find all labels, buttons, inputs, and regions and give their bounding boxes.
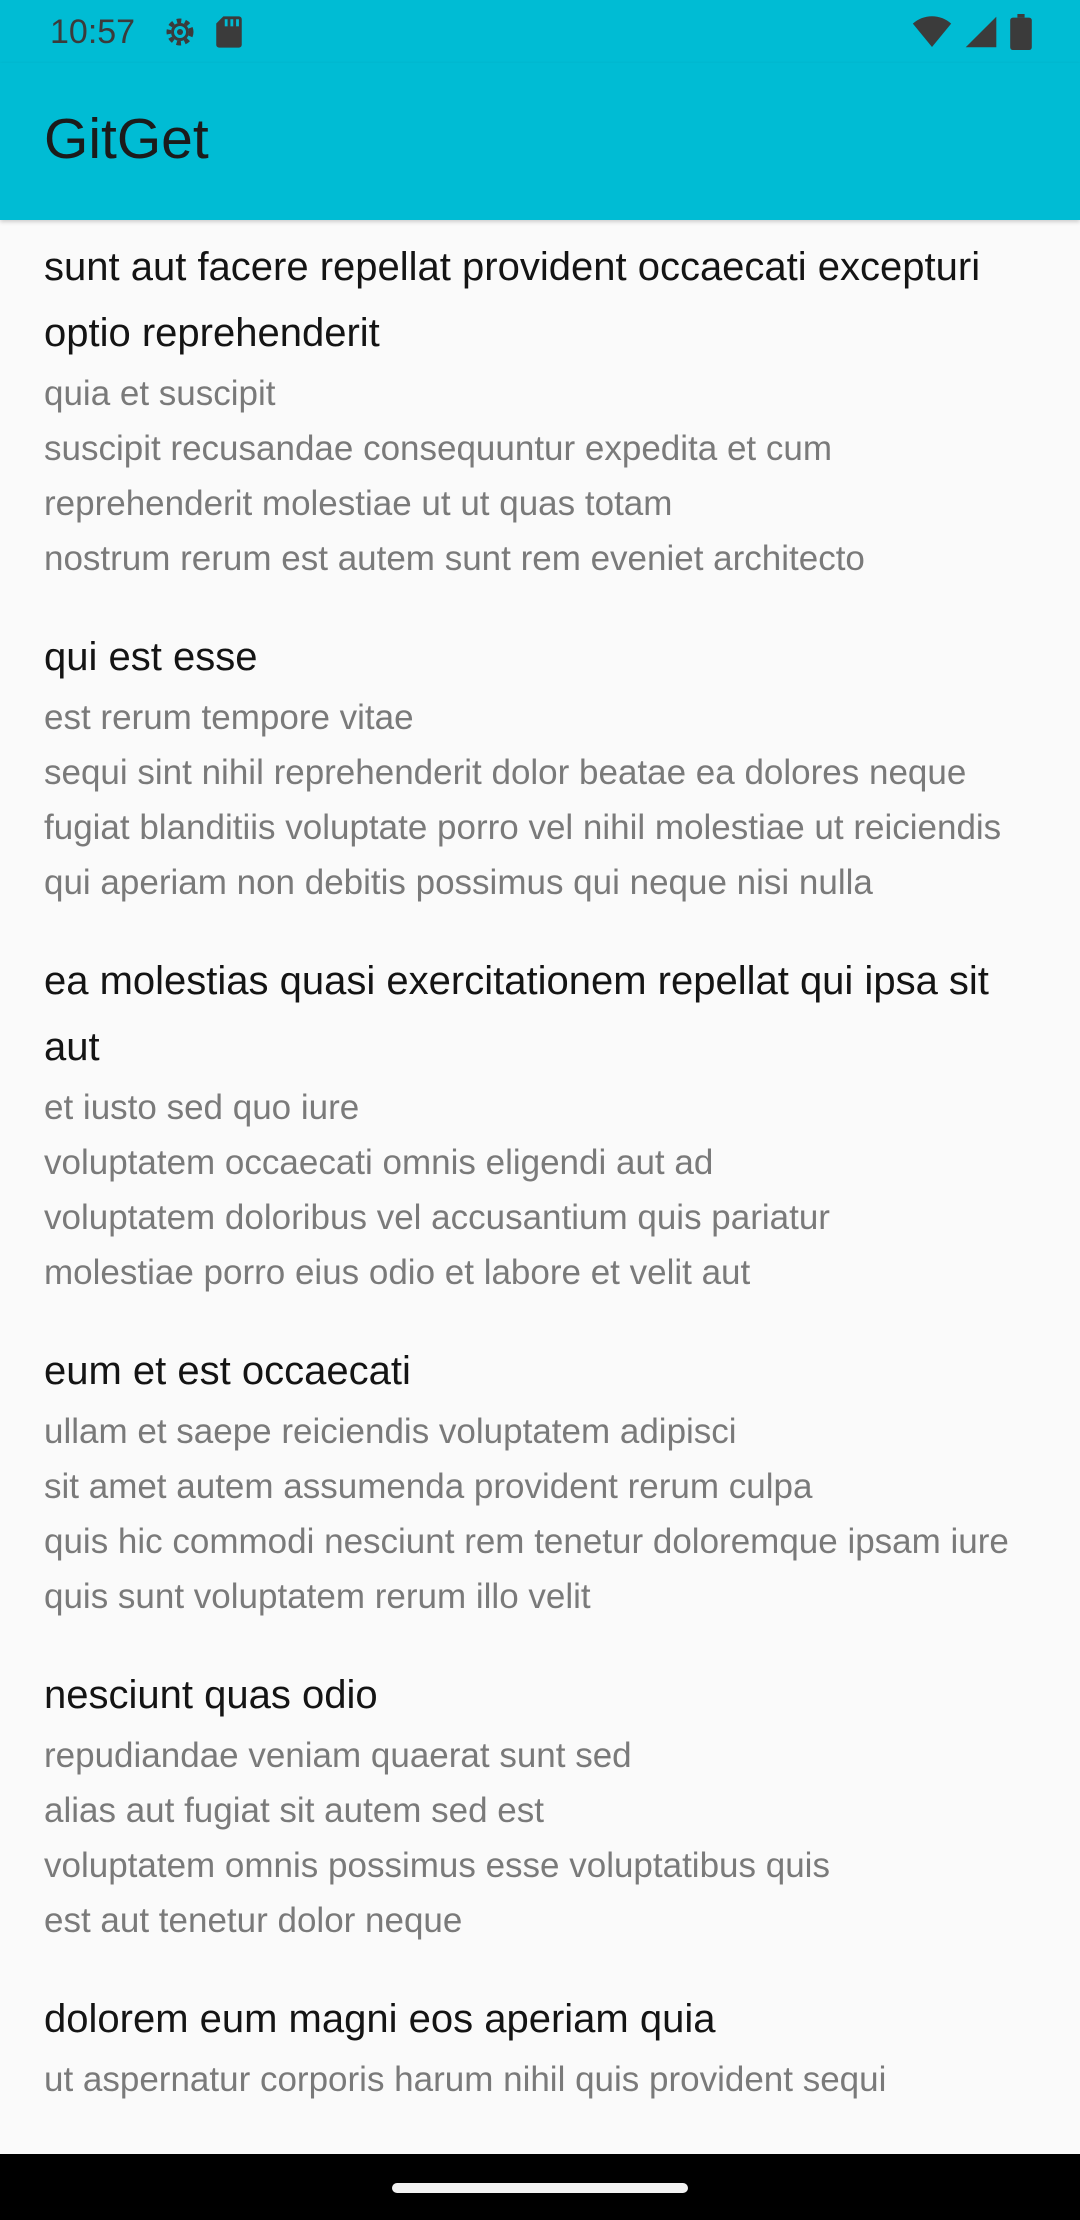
post-title: dolorem eum magni eos aperiam quia	[44, 1997, 716, 2041]
wifi-icon	[912, 15, 952, 54]
post-title: qui est esse	[44, 635, 258, 679]
app-bar: GitGet	[0, 63, 1080, 220]
post-body: ut aspernatur corporis harum nihil quis …	[44, 2060, 887, 2099]
app-title: GitGet	[44, 107, 209, 171]
signal-icon	[964, 15, 998, 54]
list-item[interactable]: nesciunt quas odio repudiandae veniam qu…	[0, 1648, 1080, 1972]
post-body: ullam et saepe reiciendis voluptatem adi…	[44, 1412, 1009, 1616]
post-body: est rerum tempore vitae sequi sint nihil…	[44, 698, 1002, 902]
list-item[interactable]: ea molestias quasi exercitationem repell…	[0, 934, 1080, 1324]
post-list[interactable]: sunt aut facere repellat provident occae…	[0, 220, 1080, 2154]
battery-icon	[1010, 14, 1032, 55]
post-body: repudiandae veniam quaerat sunt sed alia…	[44, 1736, 830, 1940]
status-bar: 10:57	[0, 0, 1080, 63]
list-item[interactable]: dolorem eum magni eos aperiam quia ut as…	[0, 1972, 1080, 2131]
sd-card-icon	[214, 15, 244, 54]
post-title: nesciunt quas odio	[44, 1673, 378, 1717]
list-item[interactable]: qui est esse est rerum tempore vitae seq…	[0, 610, 1080, 934]
post-body: quia et suscipit suscipit recusandae con…	[44, 374, 865, 578]
status-time: 10:57	[50, 13, 136, 51]
navigation-bar	[0, 2154, 1080, 2220]
list-item[interactable]: eum et est occaecati ullam et saepe reic…	[0, 1324, 1080, 1648]
home-gesture-handle[interactable]	[392, 2183, 688, 2193]
post-title: sunt aut facere repellat provident occae…	[44, 245, 981, 355]
post-title: ea molestias quasi exercitationem repell…	[44, 959, 989, 1069]
list-item[interactable]: sunt aut facere repellat provident occae…	[0, 220, 1080, 610]
post-body: et iusto sed quo iure voluptatem occaeca…	[44, 1088, 830, 1292]
post-title: eum et est occaecati	[44, 1349, 411, 1393]
gear-icon	[162, 14, 198, 55]
